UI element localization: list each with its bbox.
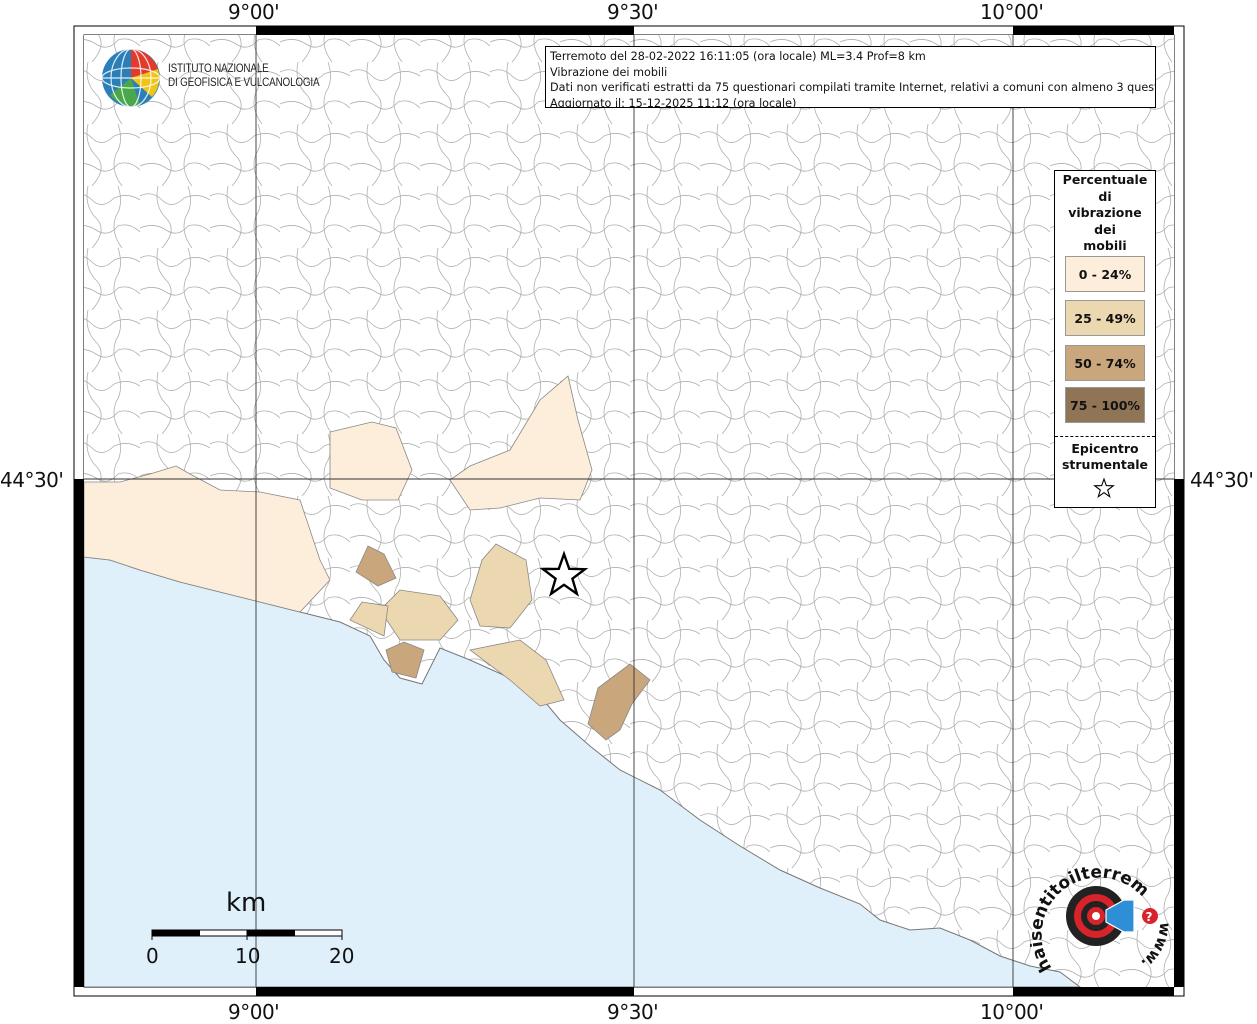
- legend-separator: [1055, 436, 1155, 437]
- legend-title-line: vibrazione: [1068, 205, 1142, 220]
- event-info-box: Terremoto del 28-02-2022 16:11:05 (ora l…: [545, 46, 1156, 108]
- legend-class-label: 75 - 100%: [1070, 397, 1140, 413]
- legend-class-label: 25 - 49%: [1074, 310, 1136, 326]
- scale-unit: km: [226, 888, 267, 918]
- legend-title: Percentuale di vibrazione dei mobili: [1055, 172, 1155, 255]
- scale-label: 20: [329, 944, 355, 968]
- legend-epicenter-line: strumentale: [1061, 457, 1149, 472]
- ingv-globe-icon: [101, 48, 161, 108]
- event-title: Terremoto del 28-02-2022 16:11:05 (ora l…: [550, 50, 926, 63]
- hai-sentito-il-terremoto-logo-icon: haisentitoilterremoto.it www. ?: [1030, 862, 1170, 976]
- legend-epicenter-label: Epicentro strumentale: [1055, 441, 1155, 473]
- legend-class-0: 0 - 24%: [1065, 256, 1145, 292]
- axis-left-label: 44°30': [0, 468, 64, 492]
- star-icon: [1093, 477, 1115, 499]
- ingv-logo-text: ISTITUTO NAZIONALE DI GEOFISICA E VULCAN…: [168, 62, 320, 90]
- axis-top-label: 9°30': [607, 0, 659, 24]
- hst-logo-www: www.: [1138, 922, 1170, 973]
- legend-class-2: 50 - 74%: [1065, 345, 1145, 381]
- axis-bottom-label: 10°00': [980, 1000, 1044, 1024]
- scale-label: 0: [146, 944, 159, 968]
- legend: Percentuale di vibrazione dei mobili 0 -…: [1054, 170, 1156, 508]
- legend-title-line: di: [1098, 188, 1112, 204]
- legend-class-3: 75 - 100%: [1065, 387, 1145, 423]
- legend-title-line: dei: [1094, 221, 1116, 237]
- update-time: Aggiornato il: 15-12-2025 11:12 (ora loc…: [550, 96, 797, 108]
- legend-title-line: mobili: [1083, 238, 1127, 253]
- legend-class-1: 25 - 49%: [1065, 300, 1145, 336]
- legend-class-label: 0 - 24%: [1078, 266, 1132, 282]
- legend-class-label: 50 - 74%: [1074, 355, 1136, 371]
- axis-bottom-label: 9°00': [228, 1000, 280, 1024]
- legend-title-line: Percentuale: [1062, 172, 1148, 187]
- hst-question-mark: ?: [1146, 910, 1153, 924]
- map-subject: Vibrazione dei mobili: [550, 65, 668, 79]
- data-note: Dati non verificati estratti da 75 quest…: [550, 81, 1156, 94]
- axis-top-label: 9°00': [228, 0, 280, 24]
- axis-bottom-label: 9°30': [607, 1000, 659, 1024]
- scale-label: 10: [235, 944, 261, 968]
- svg-text:www.: www.: [1138, 922, 1170, 973]
- ingv-line1: ISTITUTO NAZIONALE: [168, 63, 269, 75]
- axis-right-label: 44°30': [1190, 468, 1254, 492]
- axis-top-label: 10°00': [980, 0, 1044, 24]
- ingv-line2: DI GEOFISICA E VULCANOLOGIA: [168, 77, 320, 89]
- legend-epicenter-line: Epicentro: [1071, 441, 1139, 456]
